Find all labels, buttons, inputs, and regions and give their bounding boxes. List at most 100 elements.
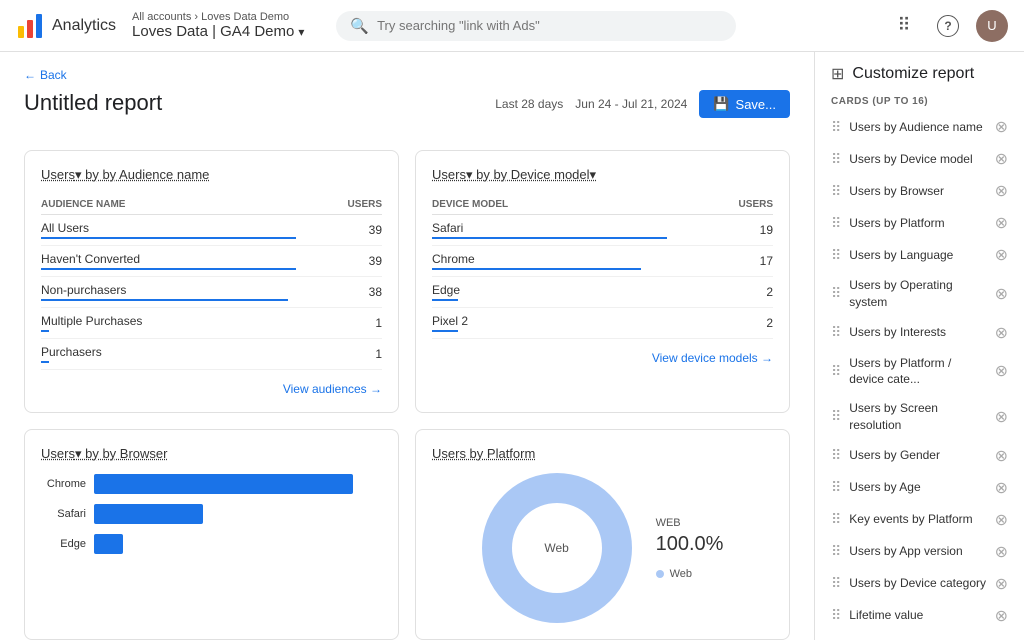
drag-icon: ⠿ bbox=[831, 324, 841, 341]
audience-value-cell: 39 bbox=[296, 246, 383, 277]
search-bar[interactable]: 🔍 bbox=[336, 11, 736, 41]
search-input[interactable] bbox=[377, 18, 722, 33]
property-selector[interactable]: Loves Data | GA4 Demo ▾ bbox=[132, 23, 304, 40]
browser-bar-row: Safari bbox=[41, 504, 382, 524]
panel-item-device-model[interactable]: ⠿ Users by Device model ⊗ bbox=[815, 143, 1024, 175]
table-row: Pixel 2 2 bbox=[432, 308, 773, 339]
drag-icon: ⠿ bbox=[831, 363, 841, 380]
panel-item-app-version[interactable]: ⠿ Users by App version ⊗ bbox=[815, 536, 1024, 568]
remove-icon[interactable]: ⊗ bbox=[995, 478, 1008, 498]
panel-item-screen-res[interactable]: ⠿ Users by Screen resolution ⊗ bbox=[815, 394, 1024, 440]
device-col-name: DEVICE MODEL bbox=[432, 195, 667, 215]
panel-item-audience[interactable]: ⠿ Users by Audience name ⊗ bbox=[815, 111, 1024, 143]
browser-chart: Chrome Safari Edge bbox=[41, 474, 382, 554]
breadcrumb: All accounts › Loves Data Demo bbox=[132, 11, 304, 23]
top-nav: Analytics All accounts › Loves Data Demo… bbox=[0, 0, 1024, 52]
panel-item-key-events-channel[interactable]: ⠿ Key events by Primary channel group...… bbox=[815, 632, 1024, 640]
audience-name-cell: Haven't Converted bbox=[41, 246, 296, 277]
panel-item-age[interactable]: ⠿ Users by Age ⊗ bbox=[815, 472, 1024, 504]
remove-icon[interactable]: ⊗ bbox=[995, 606, 1008, 626]
cards-grid: Users▾ by by Audience name AUDIENCE NAME… bbox=[24, 150, 790, 640]
audience-name-cell: Purchasers bbox=[41, 339, 296, 370]
save-icon: 💾 bbox=[713, 96, 729, 112]
platform-legend: WEB 100.0% Web bbox=[656, 517, 724, 580]
remove-icon[interactable]: ⊗ bbox=[995, 574, 1008, 594]
view-audiences-link[interactable]: View audiences → bbox=[41, 382, 382, 396]
remove-icon[interactable]: ⊗ bbox=[995, 149, 1008, 169]
browser-card-title: Users▾ by by Browser bbox=[41, 446, 382, 462]
audience-name-cell: All Users bbox=[41, 215, 296, 246]
panel-item-label: Users by Age bbox=[849, 479, 986, 496]
drag-icon: ⠿ bbox=[831, 285, 841, 302]
table-row: All Users 39 bbox=[41, 215, 382, 246]
legend-item: Web bbox=[656, 568, 724, 580]
segment-pct: 100.0% bbox=[656, 533, 724, 556]
panel-item-os[interactable]: ⠿ Users by Operating system ⊗ bbox=[815, 271, 1024, 317]
panel-item-label: Users by App version bbox=[849, 543, 986, 560]
drag-icon: ⠿ bbox=[831, 215, 841, 232]
view-device-link[interactable]: View device models → bbox=[432, 351, 773, 365]
bar-indicator bbox=[432, 299, 458, 301]
panel-item-interests[interactable]: ⠿ Users by Interests ⊗ bbox=[815, 317, 1024, 349]
device-name-cell: Pixel 2 bbox=[432, 308, 667, 339]
audience-value-cell: 38 bbox=[296, 277, 383, 308]
panel-item-lifetime[interactable]: ⠿ Lifetime value ⊗ bbox=[815, 600, 1024, 632]
bar-indicator bbox=[432, 330, 458, 332]
panel-item-label: Lifetime value bbox=[849, 607, 986, 624]
bar-indicator bbox=[432, 237, 667, 239]
save-button[interactable]: 💾 Save... bbox=[699, 90, 790, 118]
browser-bar-wrap bbox=[94, 474, 382, 494]
date-row: Last 28 days Jun 24 - Jul 21, 2024 💾 Sav… bbox=[495, 90, 790, 118]
help-button[interactable]: ? bbox=[932, 10, 964, 42]
drag-icon: ⠿ bbox=[831, 511, 841, 528]
device-card: Users▾ by by Device model▾ DEVICE MODEL … bbox=[415, 150, 790, 413]
panel-item-label: Users by Audience name bbox=[849, 119, 986, 136]
panel-item-language[interactable]: ⠿ Users by Language ⊗ bbox=[815, 239, 1024, 271]
main-layout: ← Back Untitled report Last 28 days Jun … bbox=[0, 52, 1024, 640]
table-row: Purchasers 1 bbox=[41, 339, 382, 370]
panel-item-gender[interactable]: ⠿ Users by Gender ⊗ bbox=[815, 440, 1024, 472]
remove-icon[interactable]: ⊗ bbox=[995, 213, 1008, 233]
browser-label: Chrome bbox=[41, 478, 86, 490]
panel-item-browser[interactable]: ⠿ Users by Browser ⊗ bbox=[815, 175, 1024, 207]
device-value-cell: 17 bbox=[667, 246, 773, 277]
table-row: Edge 2 bbox=[432, 277, 773, 308]
panel-item-platform-device[interactable]: ⠿ Users by Platform / device cate... ⊗ bbox=[815, 349, 1024, 395]
back-link[interactable]: ← Back bbox=[24, 68, 790, 82]
device-name-cell: Safari bbox=[432, 215, 667, 246]
bar-indicator bbox=[41, 361, 49, 363]
analytics-logo bbox=[16, 12, 44, 40]
browser-bar bbox=[94, 534, 123, 554]
panel-item-key-events-platform[interactable]: ⠿ Key events by Platform ⊗ bbox=[815, 504, 1024, 536]
date-range: Jun 24 - Jul 21, 2024 bbox=[575, 97, 687, 111]
avatar[interactable]: U bbox=[976, 10, 1008, 42]
panel-item-label: Users by Device model bbox=[849, 151, 986, 168]
remove-icon[interactable]: ⊗ bbox=[995, 323, 1008, 343]
bar-indicator bbox=[41, 330, 49, 332]
browser-bar-row: Edge bbox=[41, 534, 382, 554]
panel-item-platform[interactable]: ⠿ Users by Platform ⊗ bbox=[815, 207, 1024, 239]
remove-icon[interactable]: ⊗ bbox=[995, 245, 1008, 265]
remove-icon[interactable]: ⊗ bbox=[995, 181, 1008, 201]
legend-label: Web bbox=[670, 568, 692, 580]
audience-value-cell: 1 bbox=[296, 339, 383, 370]
browser-bar bbox=[94, 504, 203, 524]
audience-col-name: AUDIENCE NAME bbox=[41, 195, 296, 215]
remove-icon[interactable]: ⊗ bbox=[995, 117, 1008, 137]
remove-icon[interactable]: ⊗ bbox=[995, 542, 1008, 562]
panel-item-device-category[interactable]: ⠿ Users by Device category ⊗ bbox=[815, 568, 1024, 600]
apps-button[interactable]: ⠿ bbox=[888, 10, 920, 42]
remove-icon[interactable]: ⊗ bbox=[995, 446, 1008, 466]
audience-value-cell: 39 bbox=[296, 215, 383, 246]
remove-icon[interactable]: ⊗ bbox=[995, 510, 1008, 530]
browser-bar bbox=[94, 474, 353, 494]
remove-icon[interactable]: ⊗ bbox=[995, 284, 1008, 304]
remove-icon[interactable]: ⊗ bbox=[995, 407, 1008, 427]
panel-item-label: Users by Device category bbox=[849, 575, 986, 592]
apps-icon: ⠿ bbox=[897, 15, 910, 36]
table-row: Haven't Converted 39 bbox=[41, 246, 382, 277]
device-value-cell: 2 bbox=[667, 308, 773, 339]
remove-icon[interactable]: ⊗ bbox=[995, 361, 1008, 381]
audience-card: Users▾ by by Audience name AUDIENCE NAME… bbox=[24, 150, 399, 413]
right-panel: ⊞ Customize report CARDS (UP TO 16) ⠿ Us… bbox=[814, 52, 1024, 640]
